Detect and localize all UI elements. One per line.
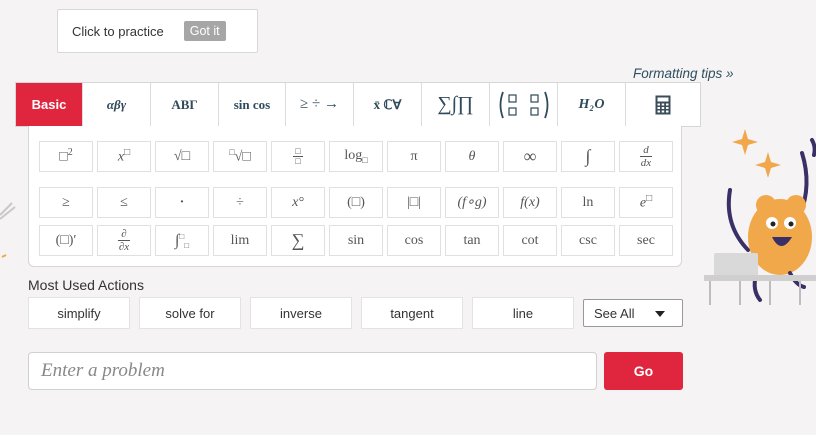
tab-chemistry[interactable]: H₂O bbox=[558, 83, 626, 126]
key-tan[interactable]: tan bbox=[445, 225, 499, 256]
action-tangent[interactable]: tangent bbox=[361, 297, 463, 329]
key-dot[interactable]: · bbox=[155, 187, 209, 218]
key-sum[interactable]: ∑ bbox=[271, 225, 325, 256]
tab-calculator[interactable] bbox=[626, 83, 700, 126]
key-composition[interactable]: (f∘g) bbox=[445, 187, 499, 218]
key-derivative[interactable]: d dx bbox=[619, 141, 673, 172]
key-prime[interactable]: (□)′ bbox=[39, 225, 93, 256]
action-inverse[interactable]: inverse bbox=[250, 297, 352, 329]
key-csc[interactable]: csc bbox=[561, 225, 615, 256]
key-sqrt[interactable]: √□ bbox=[155, 141, 209, 172]
key-partial[interactable]: ∂ ∂x bbox=[97, 225, 151, 256]
tab-greek-lower[interactable]: αβγ bbox=[83, 83, 151, 126]
key-limit[interactable]: lim bbox=[213, 225, 267, 256]
tab-matrix[interactable] bbox=[490, 83, 558, 126]
go-button[interactable]: Go bbox=[604, 352, 683, 390]
matrix-icon bbox=[499, 91, 548, 118]
action-solve-for[interactable]: solve for bbox=[139, 297, 241, 329]
key-infinity[interactable]: ∞ bbox=[503, 141, 557, 172]
tab-sets[interactable]: x̄ ℂ∀ bbox=[354, 83, 422, 126]
key-divide[interactable]: ÷ bbox=[213, 187, 267, 218]
key-exp[interactable]: e□ bbox=[619, 187, 673, 218]
key-log[interactable]: log□ bbox=[329, 141, 383, 172]
key-pi[interactable]: π bbox=[387, 141, 441, 172]
key-sin[interactable]: sin bbox=[329, 225, 383, 256]
most-used-actions-label: Most Used Actions bbox=[28, 277, 144, 293]
keypad-tabs: Basic αβγ ΑΒΓ sin cos ≥ ÷ → x̄ ℂ∀ ∑∫∏ H₂… bbox=[15, 82, 701, 127]
key-square[interactable]: □2 bbox=[39, 141, 93, 172]
action-simplify[interactable]: simplify bbox=[28, 297, 130, 329]
tab-calculus[interactable]: ∑∫∏ bbox=[422, 83, 490, 126]
see-all-dropdown[interactable]: See All bbox=[583, 299, 683, 327]
key-theta[interactable]: θ bbox=[445, 141, 499, 172]
formatting-tips-link[interactable]: Formatting tips » bbox=[633, 66, 734, 81]
key-degree[interactable]: x° bbox=[271, 187, 325, 218]
key-parentheses[interactable]: (□) bbox=[329, 187, 383, 218]
tab-operators[interactable]: ≥ ÷ → bbox=[286, 83, 354, 126]
tab-basic[interactable]: Basic bbox=[16, 83, 83, 126]
mascot-illustration-icon bbox=[704, 129, 816, 305]
key-definite-integral[interactable]: ∫□□ bbox=[155, 225, 209, 256]
key-cos[interactable]: cos bbox=[387, 225, 441, 256]
key-integral[interactable]: ∫ bbox=[561, 141, 615, 172]
see-all-label: See All bbox=[594, 305, 635, 321]
problem-input[interactable]: Enter a problem bbox=[28, 352, 597, 390]
key-power[interactable]: x□ bbox=[97, 141, 151, 172]
key-leq[interactable]: ≤ bbox=[97, 187, 151, 218]
key-function[interactable]: f(x) bbox=[503, 187, 557, 218]
key-ln[interactable]: ln bbox=[561, 187, 615, 218]
key-geq[interactable]: ≥ bbox=[39, 187, 93, 218]
key-fraction[interactable]: □ □ bbox=[271, 141, 325, 172]
tab-greek-upper[interactable]: ΑΒΓ bbox=[151, 83, 219, 126]
action-line[interactable]: line bbox=[472, 297, 574, 329]
key-cot[interactable]: cot bbox=[503, 225, 557, 256]
key-nth-root[interactable]: □√□ bbox=[213, 141, 267, 172]
got-it-button[interactable]: Got it bbox=[183, 21, 226, 41]
calculator-icon bbox=[655, 95, 671, 114]
practice-tooltip: Click to practice Got it bbox=[57, 9, 258, 53]
chevron-down-icon bbox=[655, 311, 665, 317]
tooltip-text: Click to practice bbox=[72, 23, 164, 39]
tab-trig[interactable]: sin cos bbox=[219, 83, 286, 126]
key-sec[interactable]: sec bbox=[619, 225, 673, 256]
key-abs[interactable]: |□| bbox=[387, 187, 441, 218]
pencil-decoration-icon bbox=[0, 202, 16, 258]
